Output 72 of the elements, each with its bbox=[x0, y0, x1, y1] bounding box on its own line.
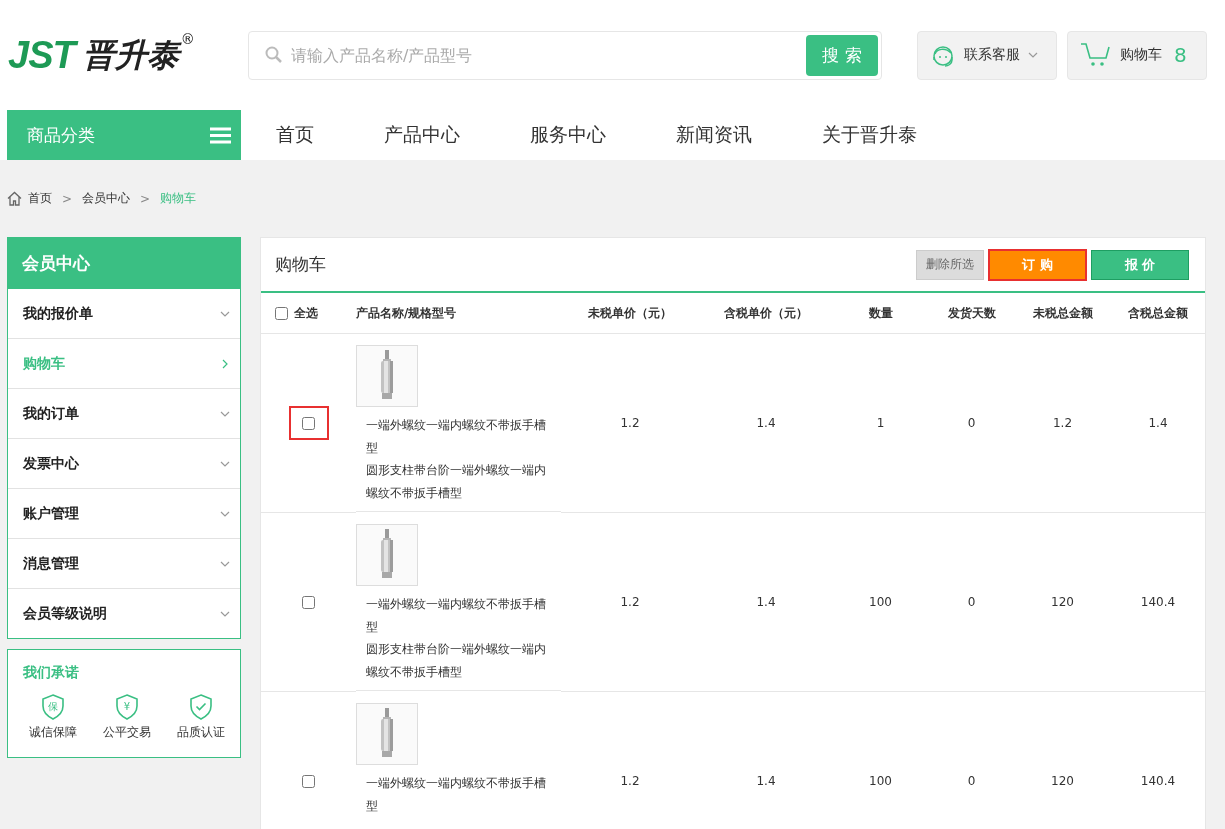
nav-link[interactable]: 服务中心 bbox=[530, 122, 606, 148]
menu-icon bbox=[210, 126, 231, 144]
promise-label: 公平交易 bbox=[103, 724, 151, 741]
table-cell: 100 bbox=[869, 595, 892, 609]
panel-title: 购物车 bbox=[275, 253, 327, 276]
table-cell: 1.2 bbox=[620, 416, 640, 430]
nav-link[interactable]: 关于晋升泰 bbox=[822, 122, 917, 148]
sidebar-item[interactable]: 消息管理 bbox=[8, 538, 240, 588]
product-name: 一端外螺纹一端内螺纹不带扳手槽型 bbox=[366, 417, 547, 457]
sidebar-item[interactable]: 我的报价单 bbox=[8, 289, 240, 338]
cart-icon bbox=[1080, 42, 1112, 68]
breadcrumb-link[interactable]: 会员中心 bbox=[82, 190, 131, 207]
promise-title: 我们承诺 bbox=[23, 664, 80, 682]
table-cell: 120 bbox=[1051, 595, 1074, 609]
table-cell: 120 bbox=[1051, 774, 1074, 788]
breadcrumb-separator: > bbox=[140, 191, 151, 206]
table-cell: 1.2 bbox=[1052, 416, 1073, 430]
promise-label: 品质认证 bbox=[177, 724, 225, 741]
service-label: 联系客服 bbox=[964, 46, 1020, 64]
product-spec: 圆形支柱带台阶一端外螺纹一端内螺纹不带扳手槽型 bbox=[366, 462, 547, 502]
table-cell: 1.4 bbox=[756, 416, 776, 430]
promise-label: 诚信保障 bbox=[29, 724, 77, 741]
sidebar-item[interactable]: 发票中心 bbox=[8, 438, 240, 488]
table-cell: 140.4 bbox=[1140, 774, 1176, 788]
row-checkbox[interactable] bbox=[302, 774, 315, 788]
nav-link[interactable]: 首页 bbox=[276, 122, 314, 148]
table-cell: 1.4 bbox=[756, 595, 776, 609]
home-icon bbox=[7, 191, 22, 206]
table-cell: 1 bbox=[876, 416, 885, 430]
column-header: 未税总金额 bbox=[1032, 304, 1093, 322]
table-cell: 1.4 bbox=[1148, 416, 1168, 430]
product-spec: 圆形支柱带台阶一端外螺纹一端内螺纹不带扳手槽型 bbox=[366, 641, 547, 681]
cart-count: 8 bbox=[1174, 43, 1187, 67]
nav-link[interactable]: 产品中心 bbox=[384, 122, 460, 148]
column-header: 含税总金额 bbox=[1128, 304, 1188, 322]
table-cell: 0 bbox=[967, 595, 976, 609]
column-header: 数量 bbox=[868, 304, 893, 322]
sidebar-item[interactable]: 账户管理 bbox=[8, 488, 240, 538]
search-icon bbox=[265, 46, 283, 64]
product-name: 一端外螺纹一端内螺纹不带扳手槽型 bbox=[366, 596, 547, 636]
breadcrumb-link[interactable]: 首页 bbox=[28, 190, 52, 207]
table-cell: 1.2 bbox=[620, 774, 640, 788]
column-header: 发货天数 bbox=[947, 304, 996, 322]
category-label: 商品分类 bbox=[27, 123, 95, 147]
table-cell: 100 bbox=[869, 774, 892, 788]
delete-button[interactable]: 删除所选 bbox=[916, 249, 984, 280]
row-checkbox[interactable] bbox=[302, 416, 315, 430]
column-header: 含税单价（元） bbox=[724, 304, 808, 322]
menu-title: 会员中心 bbox=[8, 238, 240, 289]
shield-icon bbox=[189, 694, 213, 720]
customer-service-button[interactable]: 联系客服 bbox=[917, 30, 1057, 80]
cart-label: 购物车 bbox=[1120, 46, 1162, 64]
nav-link[interactable]: 新闻资讯 bbox=[676, 122, 752, 148]
select-all-checkbox[interactable] bbox=[275, 306, 288, 320]
table-cell: 1.2 bbox=[620, 595, 640, 609]
breadcrumb-separator: > bbox=[62, 191, 73, 206]
sidebar-item[interactable]: 我的订单 bbox=[8, 388, 240, 438]
column-header: 未税单价（元） bbox=[588, 304, 672, 322]
shield-icon: 保 bbox=[41, 694, 65, 720]
table-cell: 1.4 bbox=[756, 774, 776, 788]
shield-icon: ¥ bbox=[115, 694, 139, 720]
table-cell: 0 bbox=[967, 416, 976, 430]
chevron-right-icon bbox=[220, 358, 230, 369]
product-name: 一端外螺纹一端内螺纹不带扳手槽型 bbox=[366, 775, 547, 815]
sidebar-item[interactable]: 会员等级说明 bbox=[8, 588, 240, 638]
table-cell: 140.4 bbox=[1140, 595, 1176, 609]
column-header: 产品名称/规格型号 bbox=[356, 304, 457, 322]
select-all-label: 全选 bbox=[294, 304, 318, 322]
row-checkbox[interactable] bbox=[302, 595, 315, 609]
cart-button[interactable]: 购物车 8 bbox=[1067, 30, 1207, 80]
chevron-down-icon bbox=[1028, 50, 1038, 60]
table-cell: 0 bbox=[967, 774, 976, 788]
